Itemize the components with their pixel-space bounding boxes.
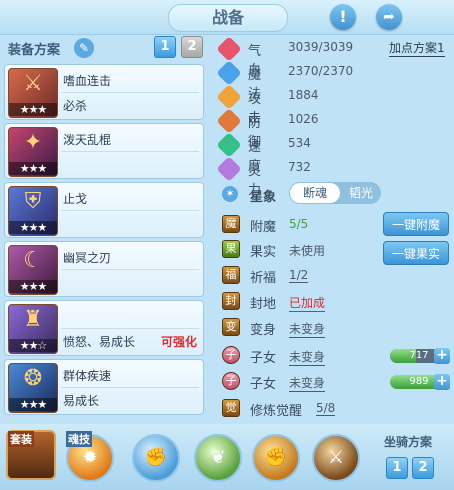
stat-value: 1884: [288, 88, 319, 102]
fist-icon[interactable]: ✊: [132, 434, 180, 482]
skill-name: 止戈: [63, 192, 88, 206]
equipment-plan-2-button[interactable]: 2: [181, 36, 203, 58]
mount-plan-2-button[interactable]: 2: [412, 457, 434, 479]
feature-label: 子女: [250, 377, 277, 392]
page-title: 战备: [168, 4, 288, 32]
spirit-icon: [216, 156, 242, 182]
divider: [61, 151, 199, 152]
equipment-plan-label: 装备方案: [8, 43, 61, 58]
skill-desc: 易成长: [63, 394, 100, 408]
one-click-fruit-button[interactable]: 一键果实: [383, 241, 449, 265]
point-plan-link[interactable]: 加点方案1: [389, 39, 445, 57]
feature-value[interactable]: 5/8: [316, 401, 336, 416]
attack-icon: [216, 84, 242, 110]
awakening-icon: 觉: [222, 399, 240, 417]
feature-label: 修炼觉醒: [250, 404, 303, 419]
child2-add-button[interactable]: +: [434, 374, 450, 390]
enchant-icon: 魔: [222, 215, 240, 233]
defense-icon: [216, 108, 242, 134]
feature-label: 变身: [250, 323, 277, 338]
skill-row[interactable]: ⛨ ★★★ 止戈: [4, 182, 204, 238]
transform-icon: 变: [222, 318, 240, 336]
suit-label: 套装: [8, 431, 34, 447]
divider: [61, 387, 199, 388]
divider: [61, 269, 199, 270]
divider: [0, 34, 454, 35]
feature-label: 果实: [250, 245, 277, 260]
leaf-icon[interactable]: ❦: [194, 434, 242, 482]
child-icon: 子: [222, 372, 240, 390]
heart-icon: [216, 36, 242, 62]
swift-icon: ❂ ★★★: [8, 363, 58, 413]
mount-plan-1-button[interactable]: 1: [386, 457, 408, 479]
fief-icon: 封: [222, 292, 240, 310]
skill-row[interactable]: ✦ ★★★ 泼天乱棍: [4, 123, 204, 179]
feature-label: 附魔: [250, 220, 277, 235]
skill-row[interactable]: ♜ ★★☆ 愤怒、易成长 可强化: [4, 300, 204, 356]
strength-icon[interactable]: ✊: [252, 434, 300, 482]
edit-icon[interactable]: ✎: [74, 38, 94, 58]
sword-icon: ⚔ ★★★: [8, 68, 58, 118]
feature-value[interactable]: 未变身: [289, 374, 326, 392]
staff-icon: ✦ ★★★: [8, 127, 58, 177]
stat-value: 534: [288, 136, 311, 150]
aura-option-off[interactable]: 韬光: [343, 183, 379, 203]
star-rating: ★★★: [9, 162, 57, 175]
star-rating: ★★★: [9, 103, 57, 116]
child-icon: 子: [222, 346, 240, 364]
mana-icon: [216, 60, 242, 86]
stat-value: 2370/2370: [288, 64, 354, 78]
fruit-icon: 果: [222, 240, 240, 258]
feature-value: 未使用: [289, 244, 326, 258]
stat-value: 732: [288, 160, 311, 174]
divider: [61, 328, 199, 329]
feature-value[interactable]: 未变身: [289, 348, 326, 366]
shield-icon: ⛨ ★★★: [8, 186, 58, 236]
soul-skill-label: 魂技: [66, 431, 92, 447]
divider: [61, 210, 199, 211]
mount-plan-label: 坐骑方案: [384, 435, 433, 449]
star-rating: ★★★: [9, 221, 57, 234]
skill-row[interactable]: ❂ ★★★ 群体疾速 易成长: [4, 359, 204, 415]
blessing-icon: 福: [222, 266, 240, 284]
divider: [61, 92, 199, 93]
star-icon: ✶: [222, 186, 238, 202]
skill-desc: 愤怒、易成长: [63, 335, 136, 349]
skill-row[interactable]: ☾ ★★★ 幽冥之刃: [4, 241, 204, 297]
skill-name: 泼天乱棍: [63, 133, 112, 147]
skill-desc: 必杀: [63, 99, 88, 113]
upgradable-tag: 可强化: [161, 335, 198, 349]
stat-value: 3039/3039: [288, 40, 354, 54]
feature-value[interactable]: 1/2: [289, 268, 309, 283]
aura-toggle[interactable]: 断魂 韬光: [289, 182, 381, 204]
help-icon[interactable]: !: [330, 4, 356, 30]
feature-value: 5/5: [289, 217, 309, 231]
feature-value[interactable]: 未变身: [289, 320, 326, 338]
feature-value[interactable]: 已加成: [289, 294, 326, 312]
stat-value: 1026: [288, 112, 319, 126]
blade-icon[interactable]: ⚔: [312, 434, 360, 482]
child1-add-button[interactable]: +: [434, 348, 450, 364]
blade-icon: ☾ ★★★: [8, 245, 58, 295]
share-icon[interactable]: ➦: [376, 4, 402, 30]
aura-option-on[interactable]: 断魂: [290, 183, 340, 203]
feature-label: 封地: [250, 297, 277, 312]
aura-label: 星象: [250, 190, 277, 205]
one-click-enchant-button[interactable]: 一键附魔: [383, 212, 449, 236]
star-rating: ★★★: [9, 280, 57, 293]
skill-name: 嗜血连击: [63, 74, 112, 88]
skill-row[interactable]: ⚔ ★★★ 嗜血连击 必杀: [4, 64, 204, 120]
skill-name: 群体疾速: [63, 369, 112, 383]
feature-label: 子女: [250, 351, 277, 366]
skill-name: 幽冥之刃: [63, 251, 112, 265]
star-rating: ★★☆: [9, 339, 57, 352]
star-rating: ★★★: [9, 398, 57, 411]
equipment-plan-1-button[interactable]: 1: [154, 36, 176, 58]
speed-icon: [216, 132, 242, 158]
feature-label: 祈福: [250, 271, 277, 286]
chest-icon: ♜ ★★☆: [8, 304, 58, 354]
